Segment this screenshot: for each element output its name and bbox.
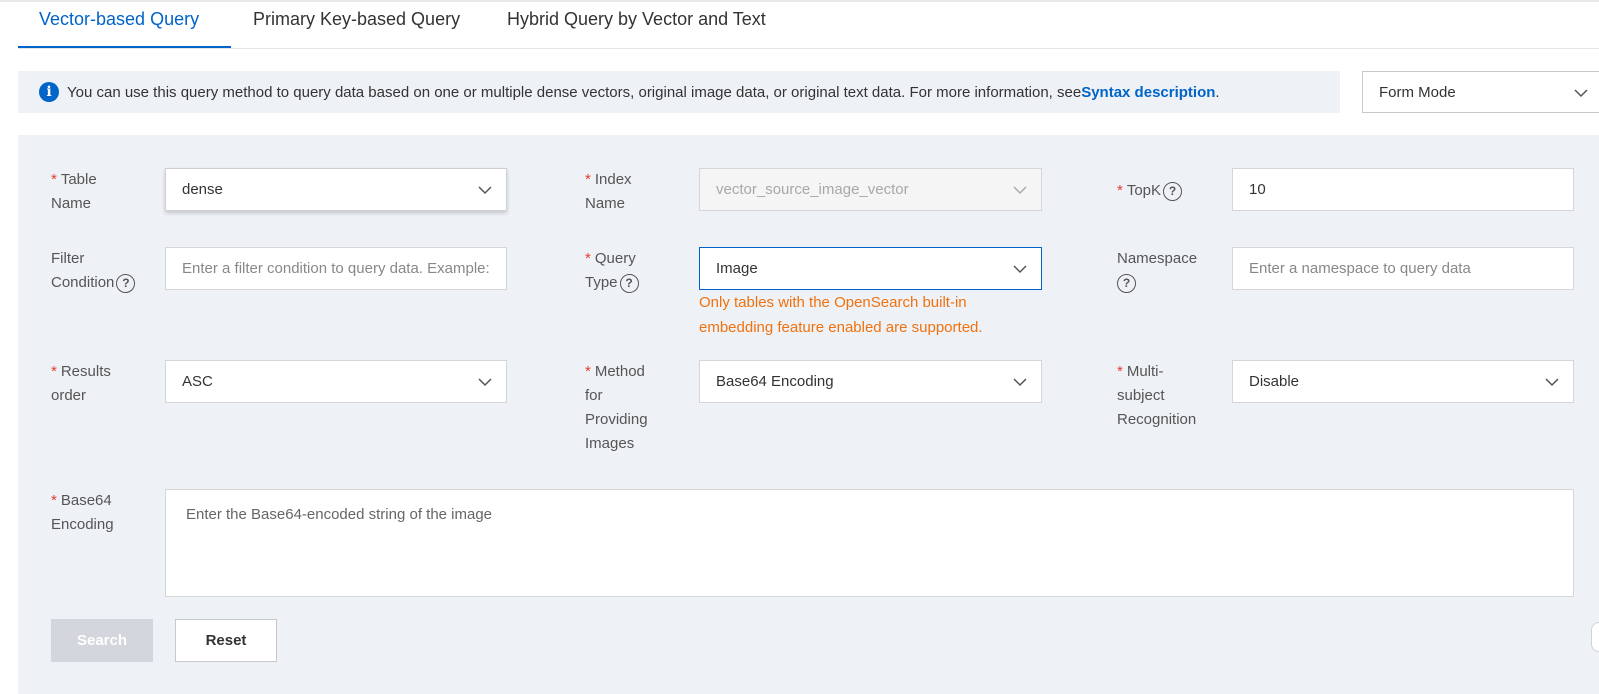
base64-textarea-wrapper — [165, 489, 1574, 597]
topk-label: * TopK? — [1117, 179, 1183, 203]
query-type-warning: Only tables with the OpenSearch built-in… — [699, 294, 983, 336]
table-name-select[interactable]: dense — [165, 168, 507, 211]
syntax-description-link[interactable]: Syntax description — [1081, 84, 1215, 101]
tab-hybrid-query[interactable]: Hybrid Query by Vector and Text — [507, 9, 766, 30]
index-name-label: * Index Name — [585, 171, 632, 212]
base64-textarea[interactable] — [186, 506, 1553, 580]
image-method-value: Base64 Encoding — [716, 373, 834, 390]
search-button[interactable]: Search — [51, 619, 153, 662]
topk-input[interactable]: 10 — [1232, 168, 1574, 211]
filter-condition-field[interactable] — [182, 260, 506, 277]
chevron-down-icon — [1543, 373, 1561, 391]
mode-select[interactable]: Form Mode — [1362, 71, 1599, 113]
table-name-value: dense — [182, 181, 223, 198]
banner-text: You can use this query method to query d… — [67, 83, 1082, 101]
index-name-value: vector_source_image_vector — [716, 181, 909, 198]
info-banner: i You can use this query method to query… — [18, 71, 1340, 113]
info-icon: i — [39, 82, 59, 102]
index-name-select[interactable]: vector_source_image_vector — [699, 168, 1042, 211]
results-order-value: ASC — [182, 373, 213, 390]
filter-condition-input[interactable] — [165, 247, 507, 290]
help-icon[interactable]: ? — [619, 273, 639, 293]
tabs-divider — [799, 48, 1599, 49]
query-type-value: Image — [716, 260, 758, 277]
banner-suffix: . — [1215, 83, 1220, 101]
namespace-field[interactable] — [1249, 260, 1573, 277]
mode-select-value: Form Mode — [1379, 83, 1456, 101]
query-tabs: Vector-based Query Primary Key-based Que… — [18, 0, 799, 49]
image-method-label: * Method for Providing Images — [585, 363, 648, 452]
table-name-label: * Table Name — [51, 171, 97, 212]
results-order-select[interactable]: ASC — [165, 360, 507, 403]
namespace-label: Namespace? — [1117, 247, 1197, 295]
results-order-label: * Results order — [51, 363, 111, 404]
tab-primary-key-query[interactable]: Primary Key-based Query — [253, 9, 460, 30]
help-icon[interactable]: ? — [1117, 273, 1136, 293]
query-type-select[interactable]: Image — [699, 247, 1042, 290]
multi-subject-value: Disable — [1249, 373, 1300, 390]
chevron-down-icon — [476, 373, 494, 391]
chevron-down-icon — [1011, 181, 1029, 199]
topk-value: 10 — [1249, 181, 1266, 198]
base64-label: * Base64 Encoding — [51, 492, 114, 533]
help-icon[interactable]: ? — [1163, 181, 1183, 201]
active-tab-indicator — [18, 46, 231, 48]
reset-button[interactable]: Reset — [175, 619, 277, 662]
query-form-panel — [18, 135, 1599, 694]
chevron-down-icon — [1011, 373, 1029, 391]
tab-vector-based-query[interactable]: Vector-based Query — [39, 9, 199, 30]
chevron-down-icon — [1572, 84, 1590, 102]
multi-subject-label: * Multi-subject Recognition — [1117, 363, 1197, 428]
namespace-input[interactable] — [1232, 247, 1574, 290]
side-handle[interactable] — [1591, 622, 1599, 652]
chevron-down-icon — [1011, 260, 1029, 278]
image-method-select[interactable]: Base64 Encoding — [699, 360, 1042, 403]
help-icon[interactable]: ? — [116, 273, 136, 293]
filter-condition-label: Filter Condition? — [51, 247, 136, 295]
multi-subject-select[interactable]: Disable — [1232, 360, 1574, 403]
chevron-down-icon — [476, 181, 494, 199]
query-type-label: * Query Type? — [585, 247, 639, 295]
